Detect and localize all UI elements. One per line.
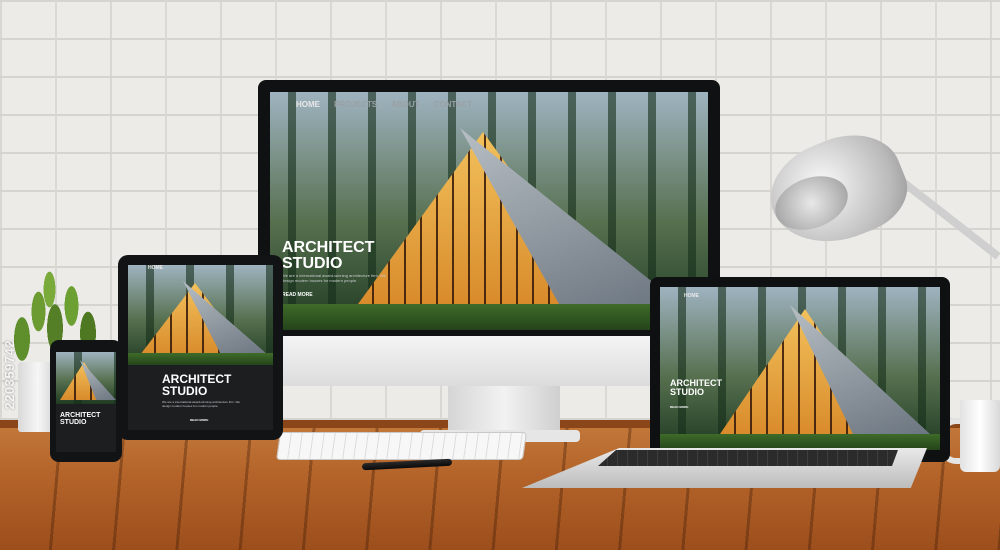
keyboard bbox=[276, 432, 527, 460]
laptop-read-more[interactable]: READ MORE bbox=[670, 405, 688, 409]
tablet-site-title: ARCHITECT STUDIO bbox=[162, 372, 232, 398]
laptop-nav: HOME bbox=[684, 293, 699, 299]
laptop-site-title: ARCHITECT STUDIO bbox=[670, 378, 722, 397]
tablet-site-description: We are a international award-winning arc… bbox=[162, 400, 240, 408]
nav-about[interactable]: ABOUT bbox=[391, 100, 419, 109]
phone-screen: ARCHITECT STUDIO bbox=[56, 352, 116, 452]
tablet-read-more[interactable]: READ MORE bbox=[190, 418, 208, 422]
site-title: ARCHITECT STUDIO bbox=[282, 239, 375, 272]
mug-icon bbox=[960, 400, 1000, 472]
monitor-nav: HOME PROJECTS ABOUT CONTACT bbox=[296, 100, 472, 109]
tablet-screen: HOME ARCHITECT STUDIO We are a internati… bbox=[128, 265, 273, 430]
monitor-screen: HOME PROJECTS ABOUT CONTACT ARCHITECT ST… bbox=[270, 92, 708, 330]
tablet-nav: HOME bbox=[148, 265, 163, 271]
laptop-screen: HOME ARCHITECT STUDIO READ MORE bbox=[660, 287, 940, 450]
nav-home[interactable]: HOME bbox=[296, 100, 320, 109]
nav-contact[interactable]: CONTACT bbox=[434, 100, 473, 109]
phone-site-title: ARCHITECT STUDIO bbox=[60, 412, 101, 426]
laptop-hero-photo bbox=[660, 287, 940, 450]
read-more-link[interactable]: READ MORE bbox=[282, 292, 313, 298]
laptop-keyboard bbox=[598, 450, 898, 466]
stock-watermark: 220359742 bbox=[2, 340, 17, 410]
laptop-nav-home[interactable]: HOME bbox=[684, 293, 699, 299]
hero-photo bbox=[270, 92, 708, 330]
tablet-hero-photo bbox=[128, 265, 273, 365]
phone-hero-photo bbox=[56, 352, 116, 404]
site-description: We are a international award-winning arc… bbox=[282, 273, 386, 283]
nav-projects[interactable]: PROJECTS bbox=[334, 100, 377, 109]
tablet-nav-home[interactable]: HOME bbox=[148, 265, 163, 271]
